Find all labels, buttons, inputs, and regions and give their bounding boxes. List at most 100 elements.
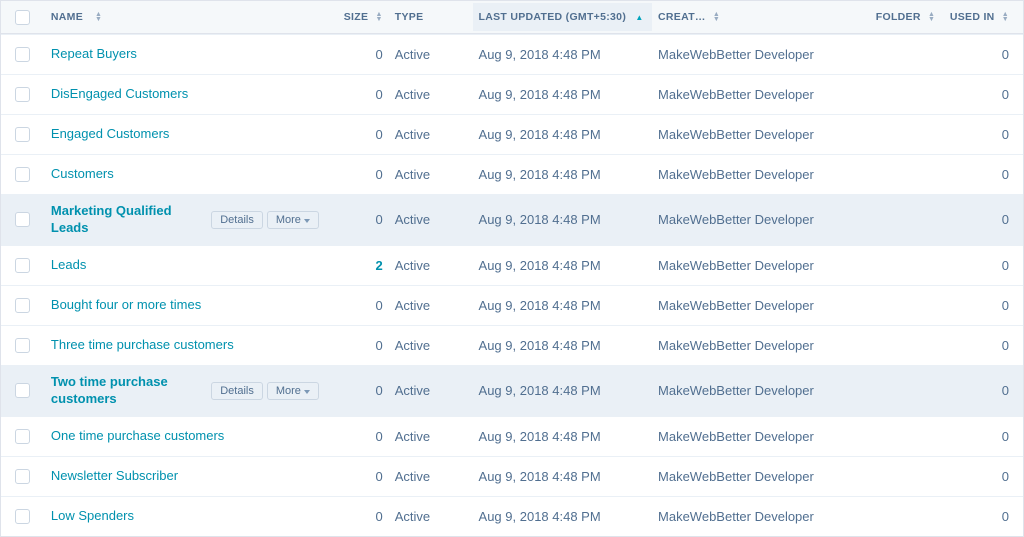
creator-value: MakeWebBetter Developer	[658, 167, 814, 182]
size-value: 0	[376, 338, 383, 353]
table-row[interactable]: Three time purchase customers 0 Active A…	[1, 325, 1023, 365]
updated-value: Aug 9, 2018 4:48 PM	[479, 469, 601, 484]
column-header-label: NAME	[51, 11, 83, 23]
table-row[interactable]: Bought four or more times 0 Active Aug 9…	[1, 285, 1023, 325]
type-value: Active	[395, 212, 430, 227]
column-header-used-in[interactable]: USED IN ▲▼	[941, 3, 1023, 31]
table-row[interactable]: Repeat Buyers 0 Active Aug 9, 2018 4:48 …	[1, 34, 1023, 74]
usedin-value: 0	[1002, 47, 1009, 62]
list-name-link[interactable]: Three time purchase customers	[51, 337, 234, 354]
usedin-value: 0	[1002, 383, 1009, 398]
table-row[interactable]: Two time purchase customers Details More…	[1, 365, 1023, 416]
more-button[interactable]: More	[267, 211, 319, 229]
column-header-type: TYPE	[389, 3, 473, 31]
usedin-value: 0	[1002, 212, 1009, 227]
table-row[interactable]: DisEngaged Customers 0 Active Aug 9, 201…	[1, 74, 1023, 114]
table-row[interactable]: Newsletter Subscriber 0 Active Aug 9, 20…	[1, 456, 1023, 496]
size-value: 0	[376, 509, 383, 524]
row-checkbox[interactable]	[15, 212, 30, 227]
select-all-checkbox[interactable]	[15, 10, 30, 25]
usedin-value: 0	[1002, 167, 1009, 182]
usedin-value: 0	[1002, 87, 1009, 102]
creator-value: MakeWebBetter Developer	[658, 212, 814, 227]
list-name-link[interactable]: Customers	[51, 166, 114, 183]
size-value: 0	[376, 383, 383, 398]
updated-value: Aug 9, 2018 4:48 PM	[479, 509, 601, 524]
column-header-label: TYPE	[395, 11, 424, 23]
table-row[interactable]: Customers 0 Active Aug 9, 2018 4:48 PM M…	[1, 154, 1023, 194]
updated-value: Aug 9, 2018 4:48 PM	[479, 383, 601, 398]
row-checkbox[interactable]	[15, 47, 30, 62]
column-header-label: FOLDER	[876, 11, 921, 23]
column-header-creator[interactable]: CREAT… ▲▼	[652, 3, 833, 31]
sort-asc-icon: ▲	[635, 13, 643, 22]
sort-icon: ▲▼	[376, 12, 383, 22]
table-header: NAME ▲▼ SIZE ▲▼ TYPE LAST UPDATED (GMT+5…	[1, 0, 1023, 34]
type-value: Active	[395, 338, 430, 353]
row-checkbox[interactable]	[15, 167, 30, 182]
size-value: 0	[376, 47, 383, 62]
type-value: Active	[395, 469, 430, 484]
list-name-link[interactable]: DisEngaged Customers	[51, 86, 188, 103]
row-checkbox[interactable]	[15, 469, 30, 484]
row-checkbox[interactable]	[15, 258, 30, 273]
row-checkbox[interactable]	[15, 383, 30, 398]
creator-value: MakeWebBetter Developer	[658, 87, 814, 102]
column-header-name[interactable]: NAME ▲▼	[45, 3, 325, 31]
list-name-link[interactable]: Engaged Customers	[51, 126, 170, 143]
column-header-size[interactable]: SIZE ▲▼	[325, 3, 389, 31]
row-checkbox[interactable]	[15, 338, 30, 353]
row-checkbox[interactable]	[15, 127, 30, 142]
column-header-last-updated[interactable]: LAST UPDATED (GMT+5:30) ▲	[473, 3, 652, 31]
list-name-link[interactable]: Marketing Qualified Leads	[51, 203, 203, 237]
creator-value: MakeWebBetter Developer	[658, 258, 814, 273]
updated-value: Aug 9, 2018 4:48 PM	[479, 87, 601, 102]
type-value: Active	[395, 127, 430, 142]
row-checkbox[interactable]	[15, 87, 30, 102]
sort-icon: ▲▼	[928, 12, 935, 22]
details-button[interactable]: Details	[211, 382, 263, 400]
table-row[interactable]: Low Spenders 0 Active Aug 9, 2018 4:48 P…	[1, 496, 1023, 536]
list-name-link[interactable]: Two time purchase customers	[51, 374, 203, 408]
lists-table: NAME ▲▼ SIZE ▲▼ TYPE LAST UPDATED (GMT+5…	[0, 0, 1024, 537]
column-header-label: USED IN	[950, 11, 995, 23]
usedin-value: 0	[1002, 429, 1009, 444]
table-row[interactable]: Marketing Qualified Leads Details More 0…	[1, 194, 1023, 245]
type-value: Active	[395, 87, 430, 102]
size-link[interactable]: 2	[376, 258, 383, 273]
list-name-link[interactable]: Newsletter Subscriber	[51, 468, 178, 485]
row-checkbox[interactable]	[15, 509, 30, 524]
creator-value: MakeWebBetter Developer	[658, 509, 814, 524]
list-name-link[interactable]: Low Spenders	[51, 508, 134, 525]
column-header-folder[interactable]: FOLDER ▲▼	[834, 3, 942, 31]
list-name-link[interactable]: Repeat Buyers	[51, 46, 137, 63]
row-checkbox[interactable]	[15, 429, 30, 444]
table-row[interactable]: One time purchase customers 0 Active Aug…	[1, 416, 1023, 456]
list-name-link[interactable]: One time purchase customers	[51, 428, 224, 445]
table-row[interactable]: Leads 2 Active Aug 9, 2018 4:48 PM MakeW…	[1, 245, 1023, 285]
updated-value: Aug 9, 2018 4:48 PM	[479, 167, 601, 182]
type-value: Active	[395, 429, 430, 444]
column-header-label: LAST UPDATED (GMT+5:30)	[479, 11, 627, 23]
updated-value: Aug 9, 2018 4:48 PM	[479, 127, 601, 142]
details-button[interactable]: Details	[211, 211, 263, 229]
row-checkbox[interactable]	[15, 298, 30, 313]
list-name-link[interactable]: Leads	[51, 257, 86, 274]
chevron-down-icon	[304, 214, 310, 226]
updated-value: Aug 9, 2018 4:48 PM	[479, 298, 601, 313]
usedin-value: 0	[1002, 258, 1009, 273]
creator-value: MakeWebBetter Developer	[658, 469, 814, 484]
creator-value: MakeWebBetter Developer	[658, 429, 814, 444]
updated-value: Aug 9, 2018 4:48 PM	[479, 212, 601, 227]
creator-value: MakeWebBetter Developer	[658, 298, 814, 313]
size-value: 0	[376, 87, 383, 102]
usedin-value: 0	[1002, 298, 1009, 313]
column-header-label: CREAT…	[658, 11, 706, 23]
creator-value: MakeWebBetter Developer	[658, 338, 814, 353]
list-name-link[interactable]: Bought four or more times	[51, 297, 201, 314]
more-button[interactable]: More	[267, 382, 319, 400]
table-row[interactable]: Engaged Customers 0 Active Aug 9, 2018 4…	[1, 114, 1023, 154]
usedin-value: 0	[1002, 127, 1009, 142]
size-value: 0	[376, 469, 383, 484]
sort-icon: ▲▼	[713, 12, 720, 22]
